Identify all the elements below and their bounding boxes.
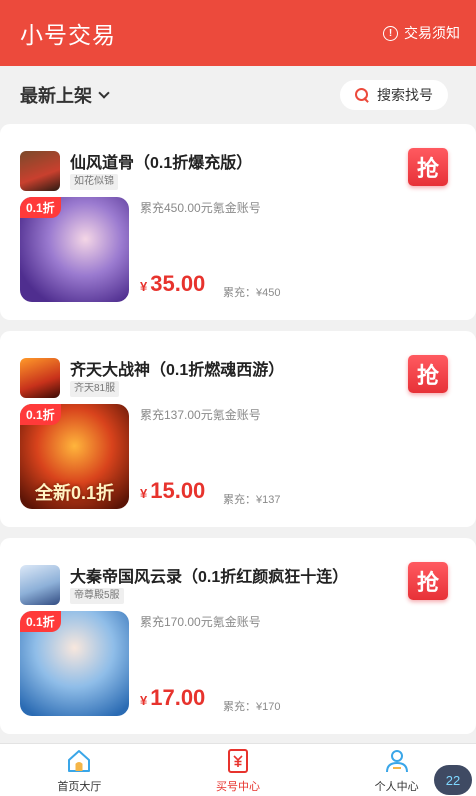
tab-profile-label: 个人中心 [374, 781, 419, 793]
sort-dropdown[interactable]: 最新上架 [20, 82, 110, 108]
price-value: 35.00 [150, 271, 206, 296]
search-icon [355, 88, 369, 102]
home-icon [68, 750, 91, 772]
listing-card[interactable]: 齐天大战神（0.1折燃魂西游） 齐天81服 抢 0.1折 全新0.1折 累充13… [0, 331, 476, 527]
cover-caption: 全新0.1折 [34, 483, 115, 503]
bottom-tab-bar: 首页大厅 买号中心 个人中心 [0, 743, 476, 796]
game-icon [20, 151, 60, 191]
info-icon: ! [383, 25, 398, 41]
price-value: 15.00 [150, 478, 206, 503]
server-tag: 齐天81服 [70, 381, 120, 397]
user-icon [385, 750, 408, 773]
account-description: 累充137.00元氪金账号 [140, 408, 261, 422]
sort-label: 最新上架 [20, 86, 92, 106]
tab-buy-center-label: 买号中心 [216, 781, 260, 793]
currency-symbol: ¥ [140, 693, 148, 708]
price: ¥ 15.00 [140, 478, 205, 504]
account-description: 累充450.00元氪金账号 [140, 201, 261, 215]
game-name: 大秦帝国风云录（0.1折红颜疯狂十连） [70, 569, 349, 586]
trade-notice-link[interactable]: ! 交易须知 [383, 23, 460, 43]
game-icon [20, 358, 60, 398]
listing-card[interactable]: 大秦帝国风云录（0.1折红颜疯狂十连） 帝尊殿5服 抢 0.1折 累充170.0… [0, 538, 476, 734]
game-name: 仙风道骨（0.1折爆充版） [70, 155, 253, 172]
receipt-icon [228, 749, 248, 773]
tab-buy-center[interactable]: 买号中心 [159, 744, 318, 796]
price: ¥ 17.00 [140, 685, 205, 711]
page-title: 小号交易 [20, 22, 116, 48]
tab-home[interactable]: 首页大厅 [0, 744, 159, 796]
search-label: 搜索找号 [377, 87, 433, 103]
price-value: 17.00 [150, 685, 206, 710]
server-tag: 帝尊殿5服 [70, 588, 124, 604]
chevron-down-icon [98, 86, 110, 99]
discount-tag: 0.1折 [20, 197, 61, 218]
floating-badge[interactable]: 22 [434, 765, 472, 795]
cumulative-recharge: 累充：¥170 [223, 701, 281, 713]
search-button[interactable]: 搜索找号 [340, 80, 448, 110]
price: ¥ 35.00 [140, 271, 205, 297]
cumulative-recharge: 累充：¥450 [223, 287, 281, 299]
game-name: 齐天大战神（0.1折燃魂西游） [70, 362, 285, 379]
grab-button[interactable]: 抢 [408, 562, 448, 600]
discount-tag: 0.1折 [20, 611, 61, 632]
grab-button[interactable]: 抢 [408, 148, 448, 186]
top-bar: 小号交易 ! 交易须知 [0, 0, 476, 66]
currency-symbol: ¥ [140, 279, 148, 294]
game-cover-image: 0.1折 全新0.1折 [20, 404, 129, 509]
game-cover-image: 0.1折 [20, 611, 129, 716]
cumulative-recharge: 累充：¥137 [223, 494, 281, 506]
currency-symbol: ¥ [140, 486, 148, 501]
filter-bar: 最新上架 搜索找号 [0, 66, 476, 124]
listing-card[interactable]: 仙风道骨（0.1折爆充版） 如花似锦 抢 0.1折 累充450.00元氪金账号 … [0, 124, 476, 320]
game-cover-image: 0.1折 [20, 197, 129, 302]
server-tag: 如花似锦 [70, 174, 118, 190]
grab-button[interactable]: 抢 [408, 355, 448, 393]
discount-tag: 0.1折 [20, 404, 61, 425]
account-description: 累充170.00元氪金账号 [140, 615, 261, 629]
game-icon [20, 565, 60, 605]
trade-notice-label: 交易须知 [404, 25, 460, 41]
tab-home-label: 首页大厅 [57, 781, 102, 793]
